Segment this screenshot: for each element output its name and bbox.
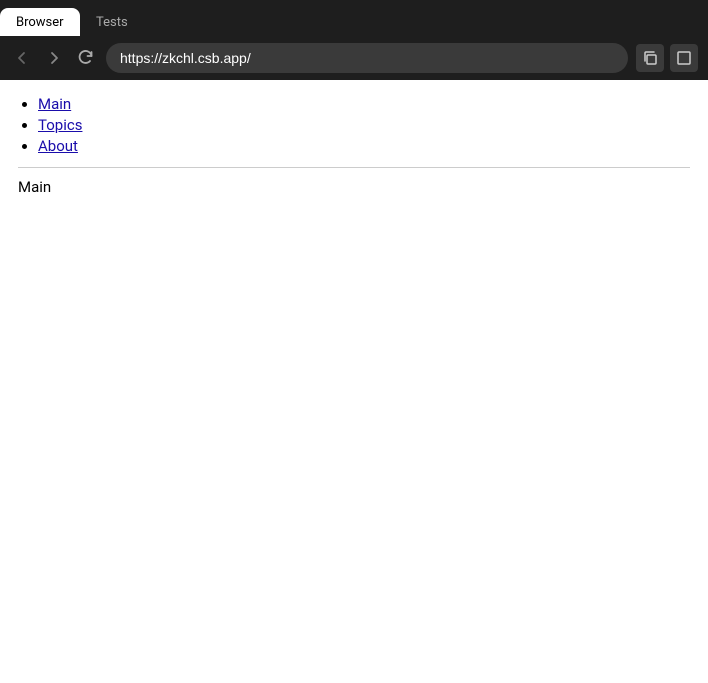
nav-link-main[interactable]: Main xyxy=(38,95,71,113)
address-input[interactable] xyxy=(106,43,628,73)
page-heading: Main xyxy=(18,178,690,196)
tab-browser-label: Browser xyxy=(16,15,64,30)
list-item: Main xyxy=(38,95,690,113)
nav-link-topics[interactable]: Topics xyxy=(38,116,82,134)
list-item: About xyxy=(38,137,690,155)
page-content: Main Topics About Main xyxy=(0,80,708,208)
list-item: Topics xyxy=(38,116,690,134)
tab-tests-label: Tests xyxy=(96,15,128,30)
back-icon xyxy=(14,50,30,66)
tab-bar: Browser Tests xyxy=(0,0,708,36)
back-button[interactable] xyxy=(10,46,34,70)
reload-button[interactable] xyxy=(74,46,98,70)
copy-icon xyxy=(642,50,658,66)
divider xyxy=(18,167,690,168)
address-bar-row xyxy=(0,36,708,80)
forward-button[interactable] xyxy=(42,46,66,70)
reload-icon xyxy=(78,50,94,66)
menu-button[interactable] xyxy=(670,44,698,72)
forward-icon xyxy=(46,50,62,66)
toolbar-icons xyxy=(636,44,698,72)
nav-list: Main Topics About xyxy=(18,95,690,155)
tab-tests[interactable]: Tests xyxy=(80,8,160,36)
browser-chrome: Browser Tests xyxy=(0,0,708,80)
menu-icon xyxy=(676,50,692,66)
tab-browser[interactable]: Browser xyxy=(0,8,80,36)
copy-button[interactable] xyxy=(636,44,664,72)
nav-link-about[interactable]: About xyxy=(38,137,78,155)
